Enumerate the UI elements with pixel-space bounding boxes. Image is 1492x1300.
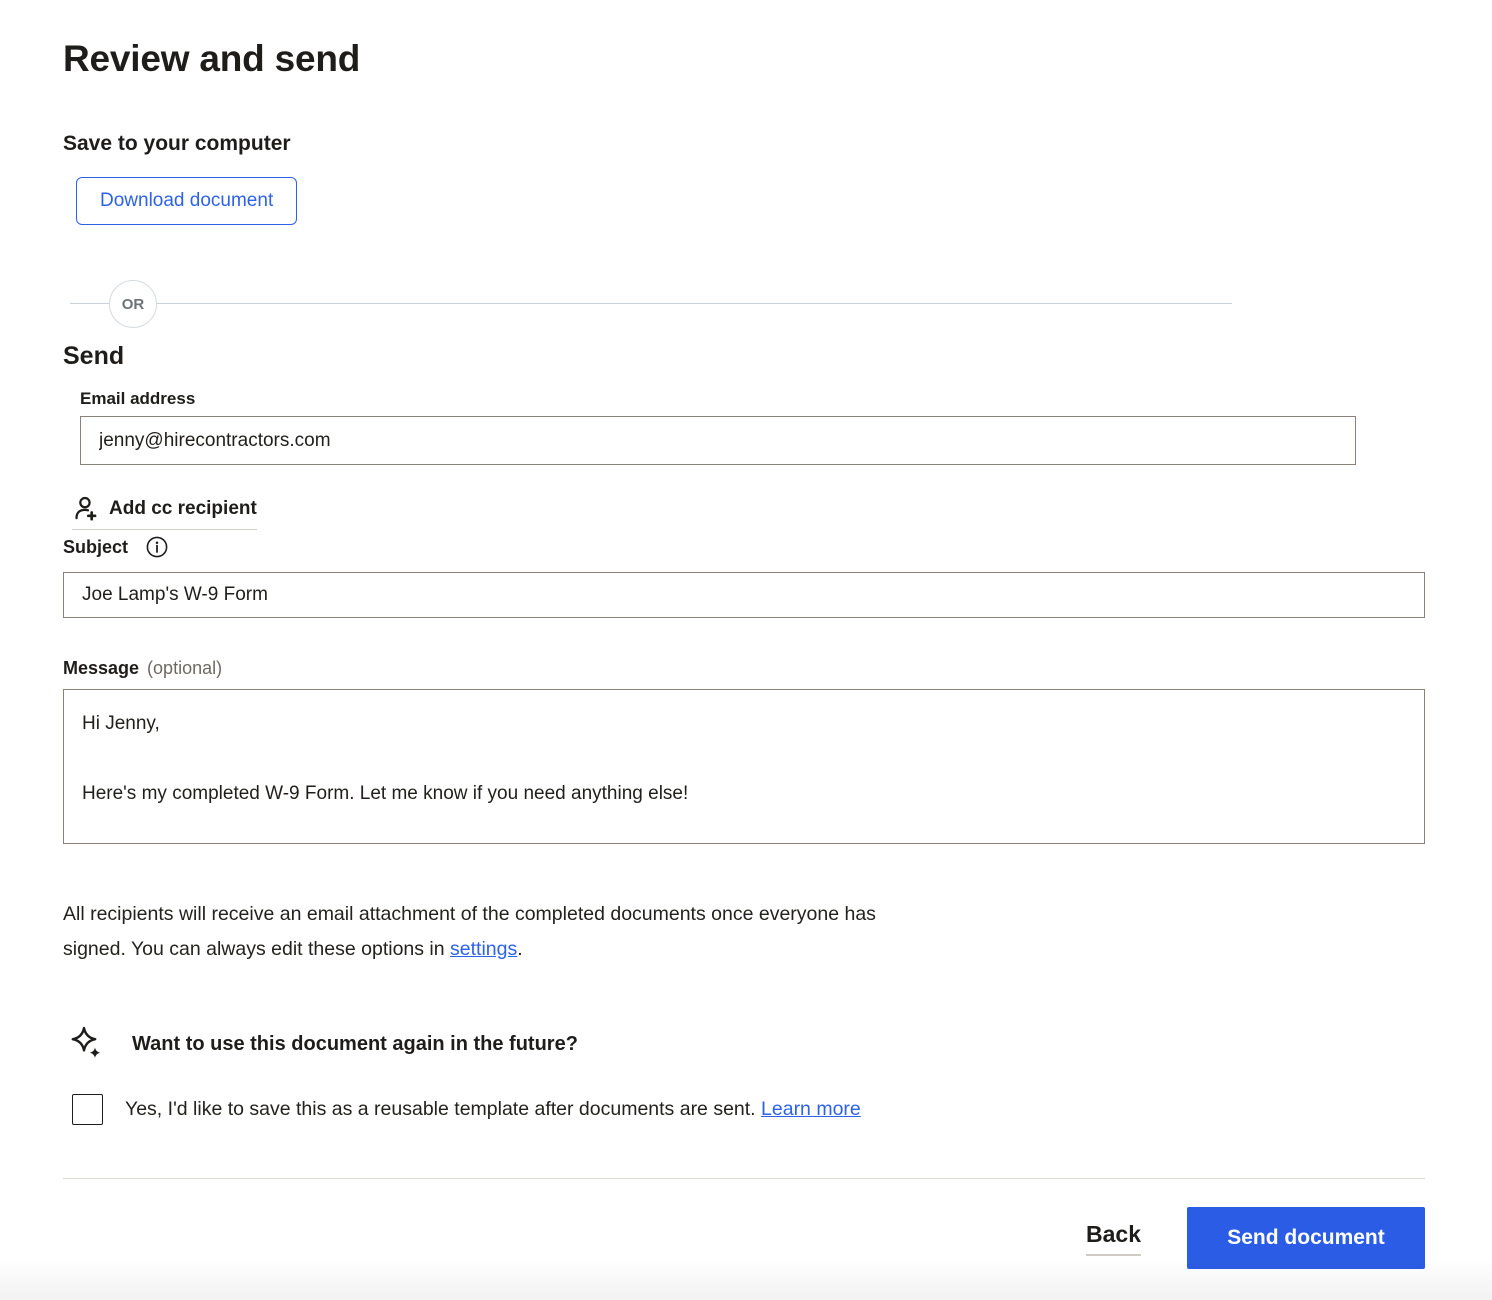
- divider-line: [70, 303, 1232, 304]
- save-to-computer-section: Save to your computer Download document: [63, 132, 1425, 225]
- message-textarea[interactable]: Hi Jenny, Here's my completed W-9 Form. …: [63, 689, 1425, 844]
- review-and-send-page: Review and send Save to your computer Do…: [0, 0, 1425, 1269]
- subject-label: Subject: [63, 537, 128, 558]
- learn-more-link[interactable]: Learn more: [761, 1098, 861, 1120]
- message-label: Message: [63, 658, 139, 679]
- template-question-text: Want to use this document again in the f…: [132, 1033, 578, 1056]
- subject-input[interactable]: [63, 572, 1425, 618]
- message-label-row: Message (optional): [63, 658, 1425, 679]
- page-title: Review and send: [63, 38, 1425, 80]
- info-icon[interactable]: [146, 536, 168, 558]
- settings-link[interactable]: settings: [450, 938, 517, 960]
- add-cc-recipient-label: Add cc recipient: [109, 498, 257, 520]
- message-optional-hint: (optional): [147, 658, 222, 679]
- info-note-period: .: [517, 938, 522, 960]
- download-document-button[interactable]: Download document: [76, 177, 297, 225]
- footer-divider: [63, 1178, 1425, 1179]
- footer-actions: Back Send document: [63, 1207, 1425, 1269]
- email-field-group: Email address: [80, 389, 1425, 465]
- recipients-info-note: All recipients will receive an email att…: [63, 897, 943, 967]
- save-template-checkbox[interactable]: [72, 1094, 103, 1125]
- or-divider: OR: [70, 280, 1232, 328]
- template-question-row: Want to use this document again in the f…: [70, 1026, 1425, 1062]
- subject-label-row: Subject: [63, 536, 1425, 558]
- save-template-checkbox-label: Yes, I'd like to save this as a reusable…: [125, 1098, 861, 1121]
- sparkle-icon: [70, 1026, 108, 1062]
- add-cc-recipient-button[interactable]: Add cc recipient: [72, 495, 257, 530]
- or-badge: OR: [109, 280, 157, 328]
- email-address-input[interactable]: [80, 416, 1356, 465]
- email-address-label: Email address: [80, 389, 195, 408]
- back-button[interactable]: Back: [1086, 1221, 1141, 1256]
- send-document-button[interactable]: Send document: [1187, 1207, 1425, 1269]
- save-section-heading: Save to your computer: [63, 132, 1425, 156]
- send-section-heading: Send: [63, 342, 1425, 371]
- checkbox-label-text: Yes, I'd like to save this as a reusable…: [125, 1098, 761, 1120]
- save-template-checkbox-row: Yes, I'd like to save this as a reusable…: [72, 1094, 1425, 1125]
- person-plus-icon: [72, 495, 99, 522]
